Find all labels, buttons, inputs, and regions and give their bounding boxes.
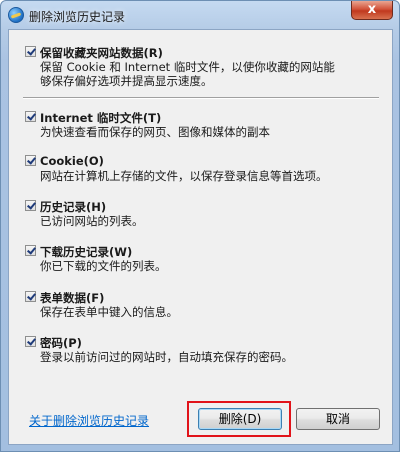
window-title: 删除浏览历史记录	[29, 10, 126, 24]
close-button[interactable]: x	[351, 1, 393, 20]
delete-button-highlight	[187, 401, 291, 437]
option-description: 为快速查看而保存的网页、图像和媒体的副本	[40, 125, 270, 139]
option-description: 保存在表单中键入的信息。	[40, 305, 178, 319]
checkbox-passwords[interactable]	[25, 336, 36, 347]
checkbox-form-data[interactable]	[25, 291, 36, 302]
option-description: 你已下载的文件的列表。	[40, 259, 167, 273]
cancel-button[interactable]: 取消	[296, 408, 380, 430]
checkbox-temporary-files[interactable]	[25, 111, 36, 122]
about-delete-history-link[interactable]: 关于删除浏览历史记录	[29, 412, 149, 429]
option-label: Internet 临时文件(T)	[40, 111, 162, 125]
checkbox-history[interactable]	[25, 200, 36, 211]
option-label: 保留收藏夹网站数据(R)	[40, 46, 163, 60]
option-description: 保留 Cookie 和 Internet 临时文件，以使你收藏的网站能 够保存偏…	[40, 60, 335, 88]
option-label: 密码(P)	[40, 336, 82, 350]
option-label: 表单数据(F)	[40, 291, 105, 305]
dialog-content: 保留收藏夹网站数据(R) 保留 Cookie 和 Internet 临时文件，以…	[8, 29, 393, 445]
title-bar[interactable]: 删除浏览历史记录 x	[1, 1, 399, 29]
divider	[23, 97, 379, 99]
option-description: 已访问网站的列表。	[40, 214, 144, 228]
checkbox-download-history[interactable]	[25, 245, 36, 256]
option-label: Cookie(O)	[40, 154, 104, 168]
option-label: 下载历史记录(W)	[40, 245, 133, 259]
checkbox-preserve-favorites[interactable]	[25, 46, 36, 57]
checkbox-cookies[interactable]	[25, 155, 36, 166]
delete-history-dialog: 删除浏览历史记录 x 保留收藏夹网站数据(R) 保留 Cookie 和 Inte…	[0, 0, 400, 452]
option-label: 历史记录(H)	[40, 200, 107, 214]
option-description: 网站在计算机上存储的文件，以保存登录信息等首选项。	[40, 169, 328, 183]
option-description: 登录以前访问过的网站时，自动填充保存的密码。	[40, 350, 293, 364]
internet-explorer-icon	[8, 7, 24, 23]
